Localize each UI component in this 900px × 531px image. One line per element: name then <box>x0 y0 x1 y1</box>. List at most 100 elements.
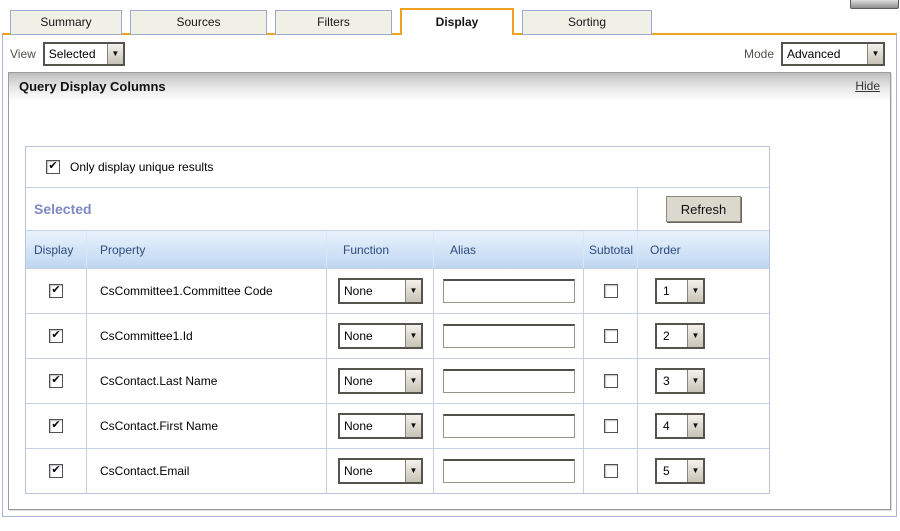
display-tab-panel: View Selected ▼ Mode Advanced ▼ Query Di… <box>2 33 897 517</box>
alias-cell <box>433 269 583 313</box>
property-cell: CsContact.First Name <box>86 404 326 448</box>
view-label: View <box>10 47 36 61</box>
alias-cell <box>433 404 583 448</box>
alias-input[interactable] <box>443 459 575 483</box>
chevron-down-icon: ▼ <box>687 325 703 347</box>
order-select-value: 4 <box>657 415 687 437</box>
chevron-down-glyph: ▼ <box>410 287 418 295</box>
alias-cell <box>433 449 583 493</box>
function-select[interactable]: None▼ <box>338 323 423 349</box>
column-header-alias: Alias <box>433 231 583 268</box>
function-cell: None▼ <box>326 314 433 358</box>
order-select[interactable]: 4▼ <box>655 413 705 439</box>
alias-input[interactable] <box>443 414 575 438</box>
function-select-value: None <box>340 280 405 302</box>
tab-filters[interactable]: Filters <box>275 10 392 35</box>
alias-cell <box>433 314 583 358</box>
chevron-down-icon: ▼ <box>687 280 703 302</box>
subtotal-checkbox[interactable] <box>604 419 618 433</box>
function-select[interactable]: None ▼ <box>338 278 423 304</box>
order-cell: 2▼ <box>637 314 769 358</box>
subtotal-cell <box>583 449 637 493</box>
display-cell: ✔ <box>26 359 86 403</box>
chevron-down-glyph: ▼ <box>410 332 418 340</box>
unique-results-row: ✔ Only display unique results <box>26 147 769 187</box>
order-select[interactable]: 1▼ <box>655 278 705 304</box>
mode-label: Mode <box>744 47 774 61</box>
partial-toolbar-button[interactable] <box>850 0 899 9</box>
order-select-value: 1 <box>657 280 687 302</box>
column-header-property: Property <box>86 231 326 268</box>
chevron-down-glyph: ▼ <box>111 50 119 58</box>
order-select-value: 5 <box>657 460 687 482</box>
chevron-down-icon: ▼ <box>687 415 703 437</box>
subtotal-checkbox[interactable] <box>604 329 618 343</box>
chevron-down-icon: ▼ <box>107 44 123 64</box>
check-icon: ✔ <box>51 285 60 296</box>
property-cell: CsCommittee1.Committee Code <box>86 269 326 313</box>
order-select-value: 3 <box>657 370 687 392</box>
subtotal-checkbox[interactable] <box>604 284 618 298</box>
function-select-value: None <box>340 415 405 437</box>
subtotal-cell <box>583 359 637 403</box>
function-select[interactable]: None▼ <box>338 368 423 394</box>
display-checkbox[interactable]: ✔ <box>49 419 63 433</box>
check-icon: ✔ <box>48 161 57 172</box>
subtotal-checkbox[interactable] <box>604 464 618 478</box>
tab-sorting[interactable]: Sorting <box>522 10 652 35</box>
display-checkbox[interactable]: ✔ <box>49 374 63 388</box>
check-icon: ✔ <box>51 330 60 341</box>
order-select[interactable]: 5▼ <box>655 458 705 484</box>
tab-display[interactable]: Display <box>400 8 514 35</box>
order-cell: 3▼ <box>637 359 769 403</box>
alias-input[interactable] <box>443 279 575 303</box>
tab-sources[interactable]: Sources <box>130 10 267 35</box>
subtotal-checkbox[interactable] <box>604 374 618 388</box>
function-select[interactable]: None▼ <box>338 458 423 484</box>
display-cell: ✔ <box>26 449 86 493</box>
view-select[interactable]: Selected ▼ <box>43 42 125 66</box>
selected-section-row: Selected Refresh <box>26 187 769 230</box>
selected-heading-cell: Selected <box>26 188 637 230</box>
view-select-value: Selected <box>45 44 107 64</box>
section-header: Query Display Columns Hide <box>9 73 890 99</box>
chevron-down-glyph: ▼ <box>692 422 700 430</box>
chevron-down-icon: ▼ <box>405 280 421 302</box>
display-checkbox[interactable]: ✔ <box>49 329 63 343</box>
function-select[interactable]: None▼ <box>338 413 423 439</box>
chevron-down-icon: ▼ <box>405 325 421 347</box>
chevron-down-icon: ▼ <box>405 370 421 392</box>
order-cell: 1▼ <box>637 269 769 313</box>
order-cell: 5▼ <box>637 449 769 493</box>
alias-input[interactable] <box>443 369 575 393</box>
table-row: ✔ CsContact.First Name None▼ 4▼ <box>26 403 769 448</box>
table-row: ✔ CsContact.Email None▼ 5▼ <box>26 448 769 493</box>
chevron-down-icon: ▼ <box>687 460 703 482</box>
function-select-value: None <box>340 370 405 392</box>
order-select[interactable]: 2▼ <box>655 323 705 349</box>
selected-heading: Selected <box>34 201 92 217</box>
subtotal-cell <box>583 269 637 313</box>
chevron-down-icon: ▼ <box>867 44 883 64</box>
function-cell: None ▼ <box>326 269 433 313</box>
refresh-button[interactable]: Refresh <box>666 196 742 222</box>
display-cell: ✔ <box>26 269 86 313</box>
column-header-function: Function <box>326 231 433 268</box>
display-checkbox[interactable]: ✔ <box>49 464 63 478</box>
refresh-cell: Refresh <box>637 188 769 230</box>
display-cell: ✔ <box>26 404 86 448</box>
tab-summary[interactable]: Summary <box>10 10 122 35</box>
table-row: ✔ CsContact.Last Name None▼ 3▼ <box>26 358 769 403</box>
chevron-down-icon: ▼ <box>405 460 421 482</box>
hide-link[interactable]: Hide <box>855 79 880 93</box>
check-icon: ✔ <box>51 375 60 386</box>
unique-results-label: Only display unique results <box>70 160 213 174</box>
alias-input[interactable] <box>443 324 575 348</box>
order-cell: 4▼ <box>637 404 769 448</box>
display-checkbox[interactable]: ✔ <box>49 284 63 298</box>
unique-results-checkbox[interactable]: ✔ <box>46 160 60 174</box>
tab-bar: Summary Sources Filters Display Sorting <box>10 8 652 35</box>
table-row: ✔ CsCommittee1.Id None▼ 2▼ <box>26 313 769 358</box>
order-select[interactable]: 3▼ <box>655 368 705 394</box>
mode-select[interactable]: Advanced ▼ <box>781 42 885 66</box>
